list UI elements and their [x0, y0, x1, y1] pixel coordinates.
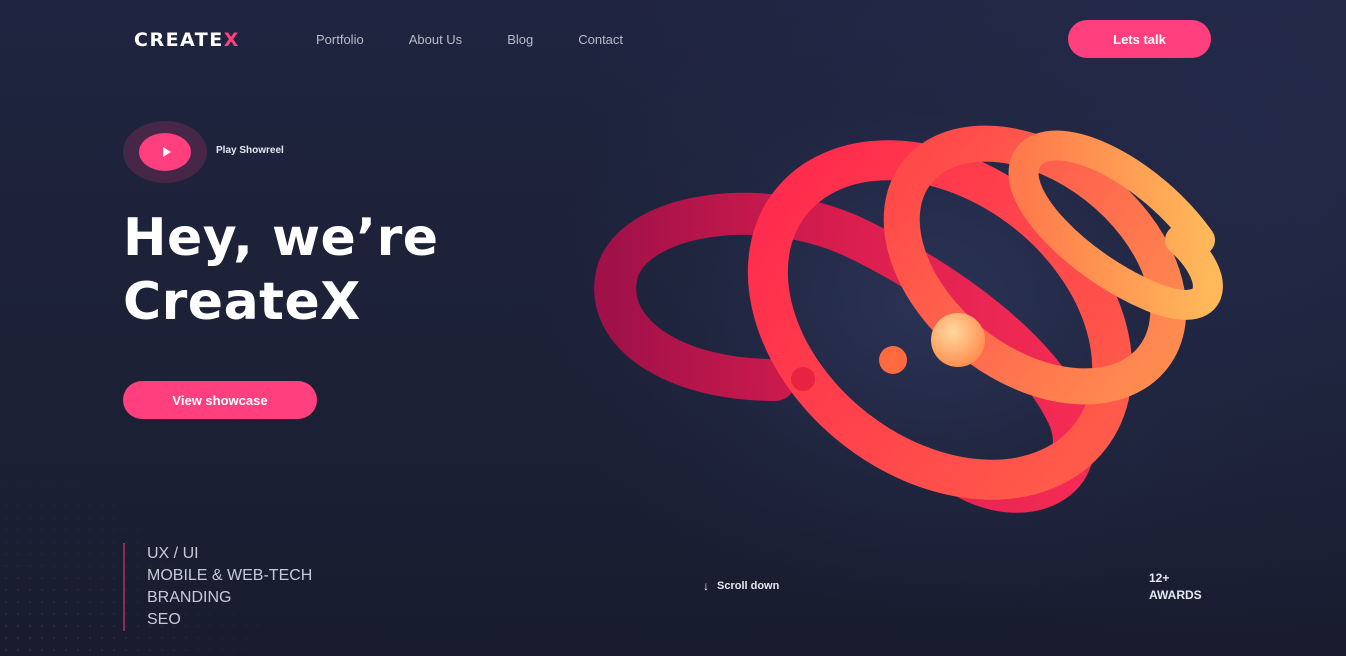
service-item-branding: BRANDING — [147, 589, 232, 606]
nav-link-contact[interactable]: Contact — [578, 32, 623, 47]
play-showreel-button[interactable] — [123, 121, 207, 183]
hero-title: Hey, we’re CreateX — [123, 206, 438, 334]
main-nav: Portfolio About Us Blog Contact — [316, 32, 668, 47]
lets-talk-button[interactable]: Lets talk — [1068, 20, 1211, 58]
play-showreel-label[interactable]: Play Showreel — [216, 145, 284, 156]
service-item-mobile-web-tech: MOBILE & WEB-TECH — [147, 567, 313, 584]
nav-link-portfolio[interactable]: Portfolio — [316, 32, 364, 47]
play-button-circle — [139, 133, 191, 171]
logo-accent: X — [223, 29, 240, 51]
nav-link-about-us[interactable]: About Us — [409, 32, 462, 47]
awards-count: 12+ — [1149, 571, 1170, 585]
logo[interactable]: CREATEX — [134, 29, 240, 51]
scroll-down-label: Scroll down — [717, 580, 780, 592]
services-list: UX / UI MOBILE & WEB-TECH BRANDING SEO — [123, 543, 312, 631]
hero-title-line-1: Hey, we’re — [123, 208, 439, 268]
scroll-down-link[interactable]: ↓ Scroll down — [703, 579, 779, 593]
play-icon — [162, 147, 171, 157]
hero-title-line-2: CreateX — [123, 272, 361, 332]
nav-link-blog[interactable]: Blog — [507, 32, 533, 47]
awards-label: AWARDS — [1149, 588, 1202, 602]
awards-counter: 12+ AWARDS — [1149, 570, 1202, 604]
spiral-artwork — [594, 125, 1223, 513]
view-showcase-button[interactable]: View showcase — [123, 381, 317, 419]
service-item-seo: SEO — [147, 611, 181, 628]
service-item-ux-ui: UX / UI — [147, 545, 199, 562]
down-arrow-icon: ↓ — [703, 579, 709, 593]
logo-text: CREATE — [134, 29, 224, 51]
